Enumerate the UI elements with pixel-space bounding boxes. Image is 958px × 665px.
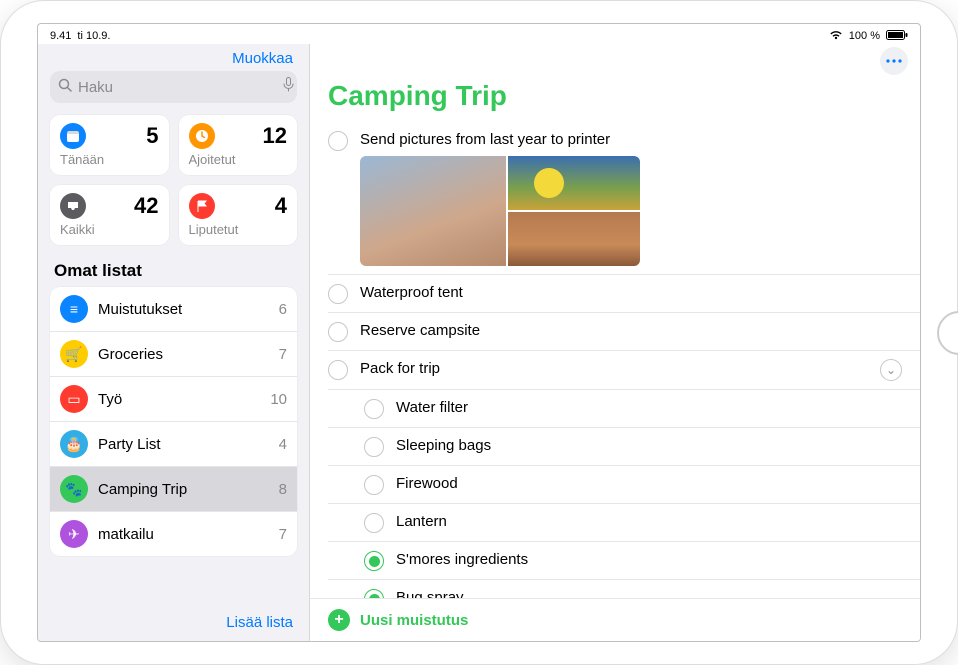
list-icon: 🛒	[60, 340, 88, 368]
edit-button[interactable]: Muokkaa	[232, 50, 293, 67]
complete-toggle[interactable]	[364, 551, 384, 571]
new-reminder-button[interactable]: + Uusi muistutus	[310, 598, 920, 641]
calendar-icon	[60, 123, 86, 149]
list-title: Camping Trip	[310, 74, 920, 122]
list-row-työ[interactable]: ▭ Työ 10	[50, 377, 297, 422]
more-button[interactable]	[880, 47, 908, 75]
smart-count: 4	[275, 193, 287, 219]
reminder-item[interactable]: Send pictures from last year to printer	[328, 122, 920, 275]
list-count: 8	[279, 481, 287, 498]
list-row-matkailu[interactable]: ✈ matkailu 7	[50, 512, 297, 556]
flag-icon	[189, 193, 215, 219]
reminder-text: S'mores ingredients	[396, 550, 908, 568]
list-name: Muistutukset	[98, 301, 269, 318]
complete-toggle[interactable]	[328, 131, 348, 151]
wifi-icon	[829, 30, 843, 43]
list-count: 7	[279, 346, 287, 363]
complete-toggle[interactable]	[328, 284, 348, 304]
list-icon: ▭	[60, 385, 88, 413]
reminder-text: Bug spray	[396, 588, 908, 598]
complete-toggle[interactable]	[364, 399, 384, 419]
complete-toggle[interactable]	[364, 475, 384, 495]
complete-toggle[interactable]	[364, 513, 384, 533]
search-icon	[58, 78, 72, 97]
main-panel: Camping Trip Send pictures from last yea…	[310, 44, 920, 641]
list-count: 10	[270, 391, 287, 408]
list-row-party-list[interactable]: 🎂 Party List 4	[50, 422, 297, 467]
smart-label: Liputetut	[189, 222, 288, 237]
add-list-button[interactable]: Lisää lista	[226, 614, 293, 631]
reminder-text: Lantern	[396, 512, 908, 530]
chevron-down-icon[interactable]: ⌄	[880, 359, 902, 381]
status-battery: 100 %	[849, 30, 880, 42]
smart-label: Ajoitetut	[189, 152, 288, 167]
reminder-text: Firewood	[396, 474, 908, 492]
reminder-text: Pack for trip	[360, 359, 868, 377]
inbox-icon	[60, 193, 86, 219]
reminder-text: Send pictures from last year to printer	[360, 130, 908, 266]
complete-toggle[interactable]	[328, 322, 348, 342]
list-name: Party List	[98, 436, 269, 453]
smart-card-liputetut[interactable]: 4 Liputetut	[179, 185, 298, 245]
smart-card-ajoitetut[interactable]: 12 Ajoitetut	[179, 115, 298, 175]
search-field[interactable]	[50, 71, 297, 103]
smart-lists-grid: 5 Tänään 12 Ajoitetut 42 Kaikki 4 Lipute…	[50, 115, 297, 245]
reminder-text: Reserve campsite	[360, 321, 908, 339]
list-row-muistutukset[interactable]: ≡ Muistutukset 6	[50, 287, 297, 332]
list-icon: 🎂	[60, 430, 88, 458]
smart-count: 12	[263, 123, 287, 149]
smart-label: Kaikki	[60, 222, 159, 237]
list-icon: ✈	[60, 520, 88, 548]
smart-count: 5	[146, 123, 158, 149]
ipad-frame: 9.41 ti 10.9. 100 % Muokkaa	[0, 0, 958, 665]
complete-toggle[interactable]	[364, 437, 384, 457]
status-bar: 9.41 ti 10.9. 100 %	[38, 24, 920, 44]
my-lists-header: Omat listat	[50, 259, 297, 287]
reminder-text: Waterproof tent	[360, 283, 908, 301]
list-name: Camping Trip	[98, 481, 269, 498]
reminder-item[interactable]: Waterproof tent	[328, 275, 920, 313]
search-input[interactable]	[78, 79, 277, 96]
reminders-list: Send pictures from last year to printer …	[310, 122, 920, 598]
attachment-thumbnails[interactable]	[360, 156, 640, 266]
list-icon: 🐾	[60, 475, 88, 503]
reminder-text: Water filter	[396, 398, 908, 416]
smart-card-kaikki[interactable]: 42 Kaikki	[50, 185, 169, 245]
reminder-text: Sleeping bags	[396, 436, 908, 454]
list-name: Groceries	[98, 346, 269, 363]
list-icon: ≡	[60, 295, 88, 323]
list-row-groceries[interactable]: 🛒 Groceries 7	[50, 332, 297, 377]
list-name: matkailu	[98, 526, 269, 543]
reminder-item[interactable]: Sleeping bags	[328, 428, 920, 466]
sidebar: Muokkaa 5 Tänään 12 Ajoitetut	[38, 44, 310, 641]
reminder-item[interactable]: Bug spray	[328, 580, 920, 598]
plus-icon: +	[328, 609, 350, 631]
complete-toggle[interactable]	[328, 360, 348, 380]
smart-label: Tänään	[60, 152, 159, 167]
reminder-item[interactable]: Water filter	[328, 390, 920, 428]
reminder-item[interactable]: S'mores ingredients	[328, 542, 920, 580]
status-time: 9.41	[50, 30, 71, 42]
home-button[interactable]	[937, 311, 958, 355]
list-count: 7	[279, 526, 287, 543]
lists-container: ≡ Muistutukset 6🛒 Groceries 7▭ Työ 10🎂 P…	[50, 287, 297, 556]
list-count: 6	[279, 301, 287, 318]
list-name: Työ	[98, 391, 260, 408]
list-row-camping-trip[interactable]: 🐾 Camping Trip 8	[50, 467, 297, 512]
list-count: 4	[279, 436, 287, 453]
battery-icon	[886, 30, 908, 43]
screen: 9.41 ti 10.9. 100 % Muokkaa	[37, 23, 921, 642]
clock-icon	[189, 123, 215, 149]
new-reminder-label: Uusi muistutus	[360, 612, 468, 629]
reminder-item[interactable]: Pack for trip ⌄	[328, 351, 920, 390]
reminder-item[interactable]: Reserve campsite	[328, 313, 920, 351]
reminder-item[interactable]: Firewood	[328, 466, 920, 504]
smart-count: 42	[134, 193, 158, 219]
status-date: ti 10.9.	[77, 30, 110, 42]
complete-toggle[interactable]	[364, 589, 384, 598]
mic-icon[interactable]	[283, 77, 294, 97]
reminder-item[interactable]: Lantern	[328, 504, 920, 542]
smart-card-tänään[interactable]: 5 Tänään	[50, 115, 169, 175]
